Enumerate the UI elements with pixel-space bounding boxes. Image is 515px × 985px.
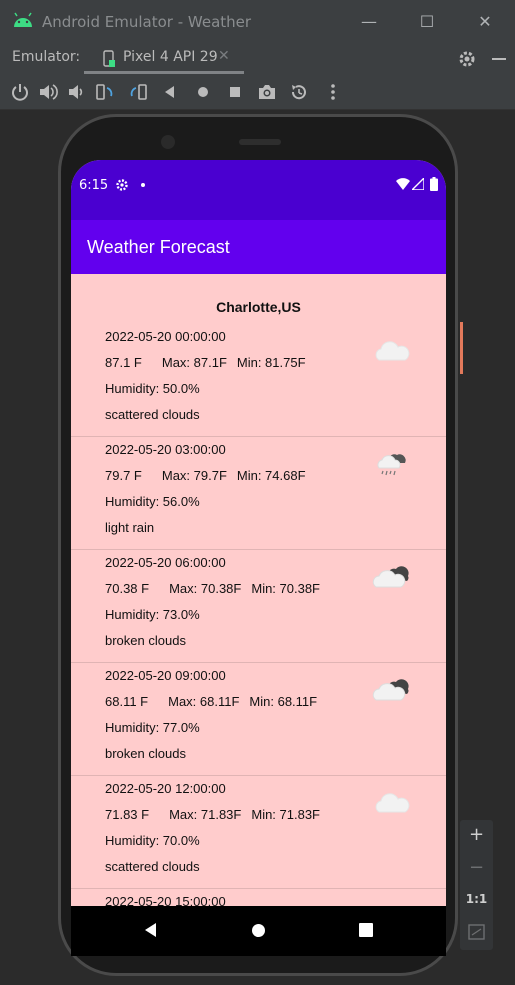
- forecast-min: Min: 70.38F: [251, 581, 321, 596]
- fit-screen-icon[interactable]: [468, 924, 485, 940]
- rotate-left-icon[interactable]: [95, 82, 115, 102]
- forecast-temps: 79.7 F Max: 79.7F Min: 74.68F: [105, 468, 306, 483]
- speaker-grille: [239, 139, 281, 145]
- overview-icon[interactable]: [225, 82, 245, 102]
- front-camera: [161, 135, 175, 149]
- forecast-humidity: Humidity: 73.0%: [105, 607, 200, 622]
- forecast-list[interactable]: Charlotte,US 2022-05-20 00:00:00 87.1 F M…: [71, 274, 446, 907]
- forecast-temp: 68.11 F: [105, 694, 149, 709]
- cloud-icon: [375, 341, 410, 361]
- emulator-tabbar: Emulator: Pixel 4 API 29 ✕: [0, 44, 515, 74]
- device-screen[interactable]: 6:15 Weather Forecast Charlotte,US 2022-…: [71, 160, 446, 956]
- broken-clouds-icon: [372, 566, 409, 588]
- rotate-right-icon[interactable]: [128, 82, 148, 102]
- more-options-icon[interactable]: [323, 82, 343, 102]
- forecast-max: Max: 68.11F: [168, 694, 240, 709]
- nav-back-icon[interactable]: [143, 922, 159, 938]
- settings-icon: [116, 179, 128, 191]
- maximize-button[interactable]: ☐: [415, 10, 439, 34]
- forecast-humidity: Humidity: 77.0%: [105, 720, 200, 735]
- status-time: 6:15: [79, 178, 109, 193]
- forecast-description: scattered clouds: [105, 407, 200, 422]
- forecast-temps: 70.38 F Max: 70.38F Min: 70.38F: [105, 581, 320, 596]
- app-bar: Weather Forecast: [71, 220, 446, 274]
- emulator-controls: [0, 74, 515, 110]
- forecast-description: broken clouds: [105, 633, 186, 648]
- close-window-button[interactable]: ✕: [473, 10, 497, 34]
- forecast-item[interactable]: 2022-05-20 03:00:00 79.7 F Max: 79.7F Min:…: [71, 437, 446, 550]
- device-icon: [103, 50, 115, 67]
- tab-pixel-4[interactable]: Pixel 4 API 29 ✕: [84, 44, 244, 74]
- signal-icon: [412, 178, 424, 190]
- minimize-button[interactable]: —: [357, 10, 381, 34]
- scroll-indicator: [460, 322, 463, 374]
- forecast-datetime: 2022-05-20 06:00:00: [105, 555, 226, 570]
- city-label: Charlotte,US: [216, 299, 301, 315]
- navigation-bar: [71, 906, 446, 956]
- forecast-min: Min: 81.75F: [236, 355, 306, 370]
- broken-clouds-icon: [372, 679, 409, 701]
- forecast-min: Min: 74.68F: [236, 468, 306, 483]
- forecast-datetime: 2022-05-20 03:00:00: [105, 442, 226, 457]
- wifi-icon: [396, 178, 410, 190]
- cloud-icon: [375, 793, 410, 813]
- forecast-datetime: 2022-05-20 12:00:00: [105, 781, 226, 796]
- zoom-out-button[interactable]: −: [460, 857, 493, 878]
- forecast-min: Min: 71.83F: [251, 807, 321, 822]
- forecast-temp: 71.83 F: [105, 807, 150, 822]
- forecast-humidity: Humidity: 56.0%: [105, 494, 200, 509]
- forecast-humidity: Humidity: 70.0%: [105, 833, 200, 848]
- forecast-description: broken clouds: [105, 746, 186, 761]
- android-logo-icon: [14, 12, 32, 27]
- snapshot-icon[interactable]: [289, 82, 309, 102]
- forecast-max: Max: 87.1F: [161, 355, 227, 370]
- forecast-max: Max: 70.38F: [169, 581, 242, 596]
- rain-cloud-icon: [377, 454, 406, 476]
- forecast-item[interactable]: 2022-05-20 09:00:00 68.11 F Max: 68.11F Mi…: [71, 663, 446, 776]
- forecast-description: scattered clouds: [105, 859, 200, 874]
- tab-label: Pixel 4 API 29: [123, 49, 218, 65]
- forecast-temps: 87.1 F Max: 87.1F Min: 81.75F: [105, 355, 306, 370]
- notification-dot: [141, 183, 145, 187]
- hide-panel-icon[interactable]: [489, 49, 509, 69]
- volume-up-icon[interactable]: [38, 82, 58, 102]
- forecast-description: light rain: [105, 520, 155, 535]
- forecast-item[interactable]: 2022-05-20 06:00:00 70.38 F Max: 70.38F Mi…: [71, 550, 446, 663]
- gear-icon[interactable]: [457, 49, 477, 69]
- forecast-temps: 71.83 F Max: 71.83F Min: 71.83F: [105, 807, 320, 822]
- tab-close-icon[interactable]: ✕: [218, 48, 230, 64]
- nav-home-icon[interactable]: [251, 923, 266, 938]
- forecast-item[interactable]: 2022-05-20 12:00:00 71.83 F Max: 71.83F Mi…: [71, 776, 446, 889]
- actual-size-button[interactable]: 1:1: [460, 892, 493, 906]
- app-title: Weather Forecast: [87, 237, 230, 257]
- forecast-temp: 87.1 F: [105, 355, 142, 370]
- left-gutter: [0, 110, 8, 985]
- zoom-tools: + − 1:1: [460, 820, 493, 950]
- home-icon[interactable]: [193, 82, 213, 102]
- forecast-temp: 79.7 F: [105, 468, 142, 483]
- forecast-datetime: 2022-05-20 09:00:00: [105, 668, 226, 683]
- forecast-temps: 68.11 F Max: 68.11F Min: 68.11F: [105, 694, 317, 709]
- volume-down-icon[interactable]: [66, 82, 86, 102]
- zoom-in-button[interactable]: +: [460, 824, 493, 845]
- back-icon[interactable]: [160, 82, 180, 102]
- power-icon[interactable]: [10, 82, 30, 102]
- forecast-item[interactable]: 2022-05-20 15:00:00: [71, 889, 446, 907]
- nav-overview-icon[interactable]: [359, 923, 373, 937]
- forecast-max: Max: 79.7F: [161, 468, 227, 483]
- forecast-max: Max: 71.83F: [169, 807, 242, 822]
- forecast-datetime: 2022-05-20 00:00:00: [105, 329, 226, 344]
- forecast-min: Min: 68.11F: [249, 694, 318, 709]
- forecast-temp: 70.38 F: [105, 581, 150, 596]
- window-title: Android Emulator - Weather: [42, 13, 252, 31]
- status-bar: 6:15: [71, 160, 446, 220]
- forecast-item[interactable]: 2022-05-20 00:00:00 87.1 F Max: 87.1F Min:…: [71, 324, 446, 437]
- battery-icon: [430, 177, 438, 191]
- forecast-humidity: Humidity: 50.0%: [105, 381, 200, 396]
- window-titlebar: Android Emulator - Weather — ☐ ✕: [0, 0, 515, 44]
- camera-icon[interactable]: [257, 82, 277, 102]
- emulator-label: Emulator:: [12, 49, 81, 65]
